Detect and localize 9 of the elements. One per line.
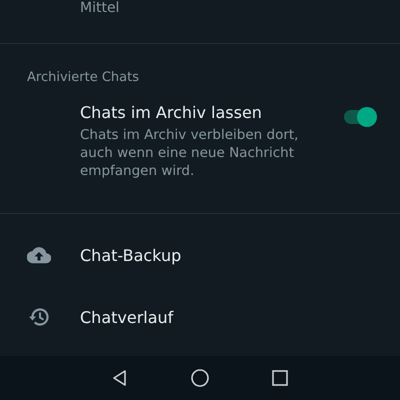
recents-icon[interactable] [270, 368, 290, 388]
setting-title: Chats im Archiv lassen [80, 103, 263, 122]
home-icon[interactable] [190, 368, 210, 388]
setting-description: Chats im Archiv verbleiben dort, auch wenn eine neue Nachricht empfangen wird. [80, 126, 300, 180]
menu-item[interactable]: Chatverlauf [80, 308, 174, 326]
menu-item[interactable]: Chat-Backup [80, 246, 182, 264]
section-header: Archivierte Chats [27, 70, 140, 85]
setting-value: Mittel [80, 0, 120, 16]
toggle-switch[interactable] [342, 105, 378, 129]
